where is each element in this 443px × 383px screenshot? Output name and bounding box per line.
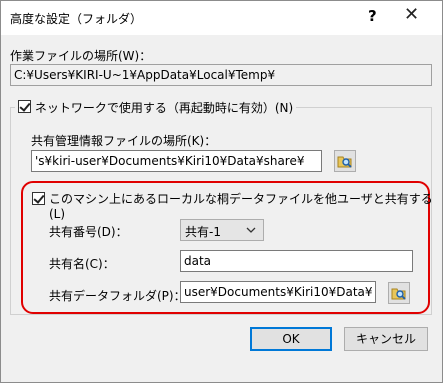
work-folder-field[interactable]: C:¥Users¥KIRI-U~1¥AppData¥Local¥Temp¥ — [10, 64, 432, 86]
share-number-value: 共有-1 — [185, 225, 221, 239]
mgmt-file-label: 共有管理情報ファイルの場所(K)： — [31, 134, 217, 148]
title-bar: 高度な設定（フォルダ） ? ✕ — [1, 1, 442, 35]
share-name-label: 共有名(C)： — [49, 257, 115, 271]
advanced-settings-dialog: 高度な設定（フォルダ） ? ✕ 作業ファイルの場所(W)： C:¥Users¥K… — [0, 0, 443, 383]
share-checkbox-label[interactable]: このマシン上にあるローカルな桐データファイルを他ユーザと共有する(L) — [49, 190, 442, 221]
share-folder-label: 共有データフォルダ(P)： — [49, 289, 186, 303]
network-group-header: ネットワークで使用する（再起動時に有効）(N) — [15, 99, 297, 117]
mgmt-browse-button[interactable] — [334, 150, 356, 172]
share-folder-field[interactable]: user¥Documents¥Kiri10¥Data¥ — [180, 281, 376, 303]
network-checkbox-label[interactable]: ネットワークで使用する（再起動時に有効）(N) — [35, 101, 293, 115]
cancel-button[interactable]: キャンセル — [344, 327, 428, 351]
dialog-title: 高度な設定（フォルダ） — [10, 12, 143, 26]
share-number-label: 共有番号(D)： — [49, 225, 128, 239]
mgmt-file-field[interactable]: 's¥kiri-user¥Documents¥Kiri10¥Data¥share… — [31, 150, 322, 172]
help-button[interactable]: ? — [368, 7, 377, 25]
share-checkbox[interactable] — [32, 192, 45, 205]
share-name-field[interactable]: data — [180, 250, 413, 272]
share-number-select[interactable]: 共有-1 — [180, 219, 264, 241]
network-checkbox[interactable] — [18, 100, 31, 113]
share-folder-browse-button[interactable] — [388, 282, 410, 304]
chevron-down-icon — [246, 227, 256, 233]
folder-search-icon — [391, 288, 406, 300]
close-button[interactable]: ✕ — [404, 4, 419, 25]
work-folder-label: 作業ファイルの場所(W)： — [10, 49, 152, 63]
ok-button[interactable]: OK — [250, 327, 332, 351]
folder-search-icon — [337, 156, 352, 168]
